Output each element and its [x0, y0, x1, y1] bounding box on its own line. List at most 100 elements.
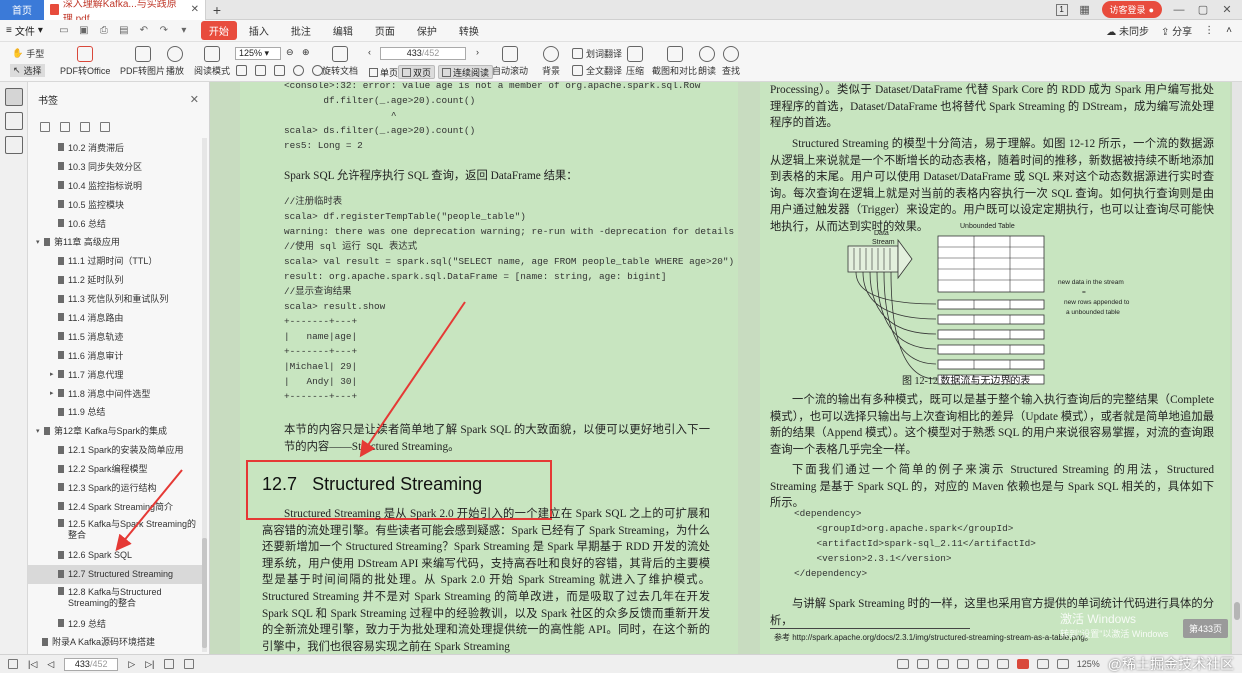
menu-convert[interactable]: 转换: [459, 23, 479, 38]
bookmark-item[interactable]: 10.3 同步失效分区: [28, 157, 202, 176]
auto-scroll-button[interactable]: 自动滚动: [492, 46, 528, 77]
file-menu[interactable]: ≡ 文件 ▾: [6, 23, 43, 38]
next-page-icon[interactable]: ›: [476, 47, 479, 57]
maximize-button[interactable]: ▢: [1196, 3, 1210, 16]
print-icon[interactable]: ⎙: [97, 25, 111, 37]
play-status-icon[interactable]: [1017, 659, 1029, 669]
expand-caret-icon[interactable]: ▾: [36, 427, 44, 435]
add-bookmark-icon[interactable]: [80, 122, 90, 132]
compress-button[interactable]: 压缩: [626, 46, 644, 77]
sidebar-scroll-thumb[interactable]: [202, 538, 207, 648]
bookmark-item[interactable]: 11.9 总结: [28, 402, 202, 421]
expand-all-icon[interactable]: [40, 122, 50, 132]
more-options-icon[interactable]: ⋮: [1204, 25, 1214, 36]
close-tab-icon[interactable]: ✕: [191, 4, 199, 15]
redo-icon[interactable]: ↷: [157, 25, 171, 37]
fit-page-icon[interactable]: [236, 65, 247, 76]
bookmark-item[interactable]: 12.1 Spark的安装及简单应用: [28, 440, 202, 459]
actual-size-icon[interactable]: [274, 65, 285, 76]
double-page-button[interactable]: 双页: [398, 65, 435, 79]
customize-chevron-icon[interactable]: ▾: [177, 25, 191, 37]
rotate-document-button[interactable]: 旋转文档: [322, 46, 358, 77]
document-scrollbar[interactable]: [1232, 82, 1242, 654]
actual-status-icon[interactable]: [1057, 659, 1069, 669]
page-number-input[interactable]: 433/452: [380, 47, 466, 60]
find-button[interactable]: 查找: [722, 46, 740, 77]
share-button[interactable]: ⇪ 分享: [1161, 23, 1192, 38]
hand-tool[interactable]: ✋手型: [12, 47, 44, 60]
continuous-view-icon[interactable]: [977, 659, 989, 669]
page-count-badge[interactable]: 1: [1056, 4, 1068, 16]
menu-annotate[interactable]: 批注: [291, 23, 311, 38]
bookmark-item[interactable]: 11.1 过期时间（TTL）: [28, 251, 202, 270]
collapse-all-icon[interactable]: [60, 122, 70, 132]
close-window-button[interactable]: ✕: [1220, 3, 1234, 16]
fullscreen-icon[interactable]: [917, 659, 929, 669]
document-tab[interactable]: 深入理解Kafka...与实践原理.pdf ✕: [44, 0, 206, 20]
last-page-icon[interactable]: ▷|: [145, 659, 154, 670]
annotation-panel-icon[interactable]: [5, 136, 23, 154]
bookmark-item[interactable]: 10.5 监控模块: [28, 195, 202, 214]
collapse-caret-icon[interactable]: ▸: [50, 389, 58, 397]
thumbnail-panel-icon[interactable]: [5, 112, 23, 130]
single-page-button[interactable]: 单页: [366, 65, 401, 79]
background-button[interactable]: 背景: [542, 46, 560, 77]
bookmark-item[interactable]: ▸11.8 消息中间件选型: [28, 384, 202, 403]
bookmark-item[interactable]: 11.3 死信队列和重试队列: [28, 289, 202, 308]
double-view-icon[interactable]: [957, 659, 969, 669]
single-view-icon[interactable]: [937, 659, 949, 669]
bookmark-panel-icon[interactable]: [5, 88, 23, 106]
zoom-in-icon[interactable]: ⊕: [302, 47, 310, 58]
print-preview-icon[interactable]: ▤: [117, 25, 131, 37]
bookmark-item[interactable]: 12.7 Structured Streaming: [28, 565, 202, 584]
bookmark-item[interactable]: 12.9 总结: [28, 614, 202, 633]
book-view-icon[interactable]: [997, 659, 1009, 669]
fit-width-icon[interactable]: [255, 65, 266, 76]
next-page-status-icon[interactable]: ▷: [128, 659, 135, 670]
open-folder-icon[interactable]: ▭: [57, 25, 71, 37]
new-tab-button[interactable]: +: [206, 2, 228, 18]
sidebar-scrollbar[interactable]: [202, 138, 207, 652]
menu-edit[interactable]: 编辑: [333, 23, 353, 38]
pdf-to-image-button[interactable]: PDF转图片: [120, 46, 165, 77]
sync-status[interactable]: ☁ 未同步: [1106, 23, 1149, 38]
bookmark-item[interactable]: 10.2 消费滞后: [28, 138, 202, 157]
fit-status-icon[interactable]: [1037, 659, 1049, 669]
bookmark-item[interactable]: 12.3 Spark的运行结构: [28, 478, 202, 497]
bookmark-item[interactable]: 10.6 总结: [28, 214, 202, 233]
pdf-to-office-button[interactable]: PDF转Office: [60, 46, 110, 77]
bookmark-item[interactable]: 12.4 Spark Streaming简介: [28, 497, 202, 516]
bookmark-item[interactable]: 11.2 延时队列: [28, 270, 202, 289]
screenshot-compare-button[interactable]: 截图和对比: [652, 46, 697, 77]
bookmark-item[interactable]: 10.4 监控指标说明: [28, 176, 202, 195]
full-translate-button[interactable]: 全文翻译: [572, 64, 622, 77]
tile-windows-icon[interactable]: ▦: [1078, 3, 1092, 16]
menu-insert[interactable]: 插入: [249, 23, 269, 38]
zoom-select[interactable]: 125% ▾: [235, 47, 281, 60]
minimize-button[interactable]: —: [1172, 4, 1186, 16]
first-page-icon[interactable]: |◁: [28, 659, 37, 670]
bookmark-item[interactable]: 11.5 消息轨迹: [28, 327, 202, 346]
bookmark-item[interactable]: ▾第11章 高级应用: [28, 232, 202, 251]
bookmark-item[interactable]: 12.2 Spark编程模型: [28, 459, 202, 478]
collapse-caret-icon[interactable]: ▸: [50, 370, 58, 378]
toggle-panel-icon[interactable]: [8, 659, 18, 669]
bookmark-item[interactable]: 12.6 Spark SQL: [28, 546, 202, 565]
menu-protect[interactable]: 保护: [417, 23, 437, 38]
bookmark-item[interactable]: 11.6 消息审计: [28, 346, 202, 365]
expand-caret-icon[interactable]: ▾: [36, 238, 44, 246]
zoom-out-icon[interactable]: ⊖: [286, 47, 294, 58]
bookmark-item[interactable]: 11.4 消息路由: [28, 308, 202, 327]
page-export-icon[interactable]: [184, 659, 194, 669]
close-sidebar-icon[interactable]: ✕: [190, 93, 199, 106]
undo-icon[interactable]: ↶: [137, 25, 151, 37]
word-translate-button[interactable]: 划词翻译: [572, 47, 622, 60]
bookmark-item[interactable]: 12.8 Kafka与Structured Streaming的整合: [28, 584, 202, 614]
read-aloud-button[interactable]: 朗读: [698, 46, 716, 77]
bookmark-item[interactable]: ▾第12章 Kafka与Spark的集成: [28, 421, 202, 440]
rotate-left-icon[interactable]: [293, 65, 304, 76]
menu-page[interactable]: 页面: [375, 23, 395, 38]
select-tool[interactable]: ↖选择: [10, 64, 45, 77]
prev-page-icon[interactable]: ‹: [368, 47, 371, 57]
eye-protection-icon[interactable]: [897, 659, 909, 669]
